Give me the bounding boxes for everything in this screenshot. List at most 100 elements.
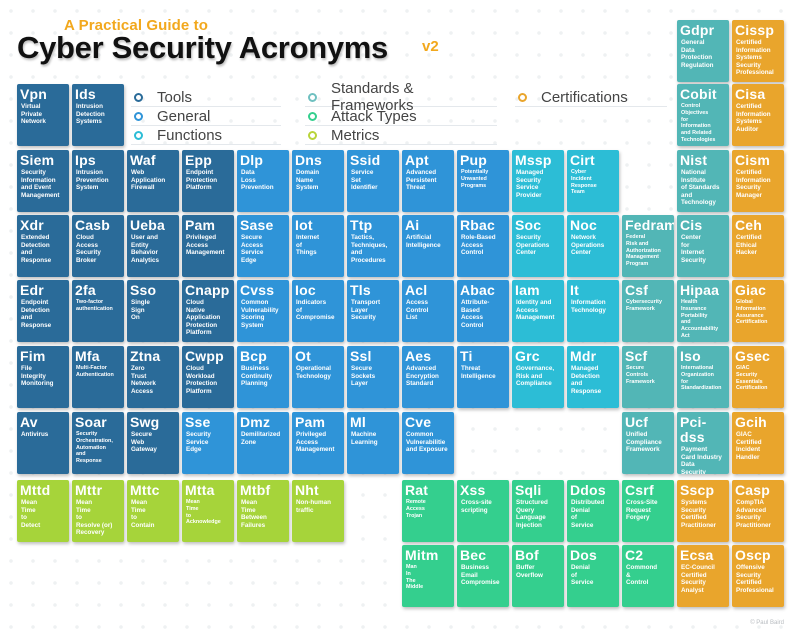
tile-full-name: Business Continuity Planning	[241, 365, 273, 388]
tile-cve: Cve Common Vulnerabilitie and Exposure	[402, 412, 454, 474]
tile-full-name: Identity and Access Management	[516, 299, 555, 322]
tile-apt: Apt Advanced Persistent Threat	[402, 150, 454, 212]
tile-ucf: Ucf Unified Compliance Framework	[622, 412, 674, 474]
legend-item-metrics: Metrics	[305, 126, 497, 145]
tile-abbr: Gcih	[735, 414, 767, 430]
tile-abbr: Mfa	[75, 348, 100, 364]
tile-full-name: CompTIA Advanced Security Practitioner	[736, 499, 771, 529]
tile-abbr: Av	[20, 414, 38, 430]
tile-abbr: Acl	[405, 282, 428, 298]
tile-abbr: Pup	[460, 152, 488, 168]
tile-abac: Abac Attribute- Based Access Control	[457, 280, 509, 342]
tile-abbr: Gdpr	[680, 22, 715, 38]
tile-swg: Swg Secure Web Gateway	[127, 412, 179, 474]
tile-abbr: Iam	[515, 282, 540, 298]
tile-abbr: Bcp	[240, 348, 268, 364]
tile-full-name: Remote Access Trojan	[406, 499, 426, 519]
tile-abbr: Edr	[20, 282, 44, 298]
tile-abbr: Csrf	[625, 482, 654, 498]
legend-item-attack: Attack Types	[305, 107, 497, 126]
tile-full-name: Multi-Factor Authentication	[76, 365, 114, 378]
tile-abbr: Nht	[295, 482, 319, 498]
tile-full-name: Cyber Incident Response Team	[571, 169, 597, 196]
tile-ml: Ml Machine Learning	[347, 412, 399, 474]
tile-ips: Ips Intrusion Prevention System	[72, 150, 124, 212]
tile-full-name: Privileged Access Management	[186, 234, 225, 257]
tile-abbr: Bec	[460, 547, 487, 563]
tile-abbr: Pam	[185, 217, 216, 233]
tile-abbr: Rbac	[460, 217, 496, 233]
tile-full-name: Role-Based Access Control	[461, 234, 496, 257]
tile-full-name: Structured Query Language Injection	[516, 499, 548, 529]
tile-vpn: Vpn Virtual Private Network	[17, 84, 69, 146]
tile-fedramp: FedrampFederal Risk and Authorization Ma…	[622, 215, 674, 277]
tile-full-name: Access Control List	[406, 299, 429, 322]
tile-cwpp: Cwpp Cloud Workload Protection Platform	[182, 346, 234, 408]
tile-full-name: Potentially Unwanted Programs	[461, 169, 489, 189]
tile-mttd: Mttd Mean Time to Detect	[17, 480, 69, 542]
tile-full-name: National Institute of Standards and Tech…	[681, 169, 720, 207]
tile-abbr: Fedramp	[625, 217, 674, 233]
tile-abbr: Iot	[295, 217, 313, 233]
tile-abbr: Ecsa	[680, 547, 714, 563]
tile-ot: Ot Operational Technology	[292, 346, 344, 408]
legend-label: Functions	[157, 126, 223, 144]
tile-cobit: Cobit Control Objectives for Information …	[677, 84, 729, 146]
legend-label: Metrics	[331, 126, 380, 144]
legend-dot-icon	[134, 92, 143, 102]
tile-abbr: Dlp	[240, 152, 264, 168]
tile-full-name: General Data Protection Regulation	[681, 39, 714, 69]
tile-mttc: Mttc Mean Time to Contain	[127, 480, 179, 542]
tile-full-name: Operational Technology	[296, 365, 331, 380]
tile-abbr: Mdr	[570, 348, 597, 364]
tile-casp: Casp CompTIA Advanced Security Practition…	[732, 480, 784, 542]
tile-noc: Noc Network Operations Center	[567, 215, 619, 277]
tile-abbr: Cve	[405, 414, 432, 430]
tile-full-name: Common Vulnerability Scoring System	[241, 299, 279, 329]
tile-full-name: Managed Detection and Response	[571, 365, 602, 395]
tile-sscp: Sscp Systems Security Certified Practitio…	[677, 480, 729, 542]
legend-dot-icon	[518, 92, 527, 102]
tile-abbr: Soar	[75, 414, 107, 430]
tile-grc: Grc Governance, Risk and Compliance	[512, 346, 564, 408]
tile-full-name: Certified Ethical Hacker	[736, 234, 762, 257]
tile-full-name: Payment Card Industry Data Security Stan…	[681, 446, 722, 474]
tile-abbr: Scf	[625, 348, 648, 364]
tile-full-name: EC-Council Certified Security Analyst	[681, 564, 715, 594]
tile-ai: Ai Artificial Intelligence	[402, 215, 454, 277]
tile-csrf: Csrf Cross-Site Request Forgery	[622, 480, 674, 542]
tile-full-name: Advanced Persistent Threat	[406, 169, 437, 192]
tile-full-name: Managed Security Service Provider	[516, 169, 544, 199]
tile-abbr: Epp	[185, 152, 213, 168]
tile-abbr: Cobit	[680, 86, 717, 102]
tile-full-name: Mean Time to Acknowledge	[186, 499, 221, 526]
tile-gcih: Gcih GIAC Certified Incident Handler	[732, 412, 784, 474]
tile-dlp: Dlp Data Loss Prevention	[237, 150, 289, 212]
tile-full-name: Cybersecurity Framework	[626, 299, 662, 312]
tile-gdpr: Gdpr General Data Protection Regulation	[677, 20, 729, 82]
tile-full-name: User and Entity Behavior Analytics	[131, 234, 159, 264]
tile-abbr: Cism	[735, 152, 771, 168]
tile-full-name: International Organization for Standardi…	[681, 365, 722, 392]
tile-abbr: Cisa	[735, 86, 766, 102]
tile-xdr: Xdr Extended Detection and Response	[17, 215, 69, 277]
legend-dot-icon	[308, 130, 317, 140]
tile-abbr: Ttp	[350, 217, 373, 233]
tile-cism: Cism Certified Information Security Manag…	[732, 150, 784, 212]
tile-it: It Information Technology	[567, 280, 619, 342]
tile-full-name: Antivirus	[21, 431, 49, 438]
tile-ztna: Ztna Zero Trust Network Access	[127, 346, 179, 408]
tile-abbr: Ssid	[350, 152, 381, 168]
tile-abbr: Sscp	[680, 482, 715, 498]
tile-full-name: Intrusion Detection Systems	[76, 103, 105, 126]
tile-nist: Nist National Institute of Standards and …	[677, 150, 729, 212]
tile-abbr: Ddos	[570, 482, 606, 498]
tile-full-name: Health Insurance Portability and Account…	[681, 299, 719, 339]
tile-dmz: Dmz Demilitarized Zone	[237, 412, 289, 474]
tile-full-name: Systems Security Certified Practitioner	[681, 499, 716, 529]
tile-abbr: Cis	[680, 217, 703, 233]
tile-iot: Iot Internet of Things	[292, 215, 344, 277]
tile-aes: Aes Advanced Encryption Standard	[402, 346, 454, 408]
tile-full-name: Network Operations Center	[571, 234, 605, 257]
tile-abbr: Dns	[295, 152, 323, 168]
